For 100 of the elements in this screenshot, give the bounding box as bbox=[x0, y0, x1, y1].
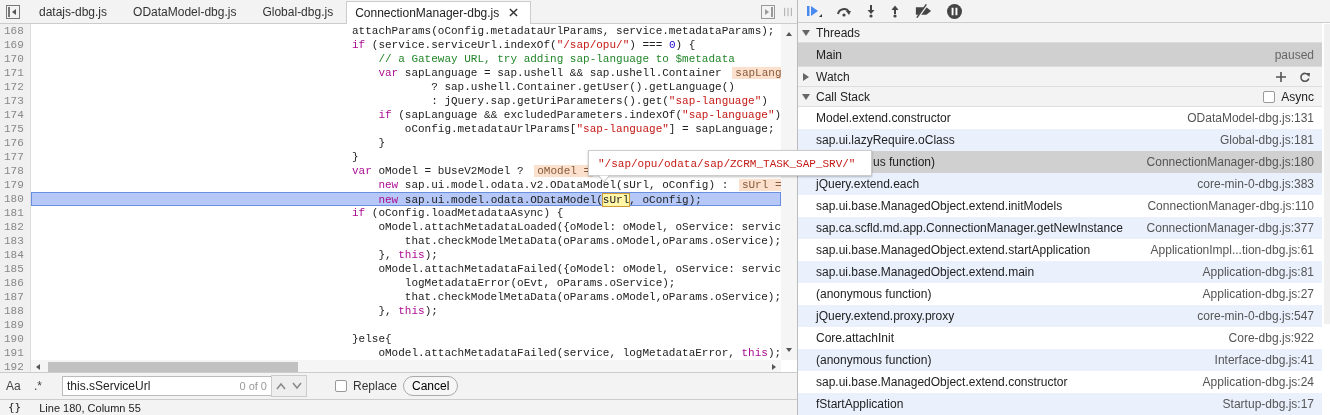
call-frame-row[interactable]: sap.ui.base.ManagedObject.extend.startApplication ApplicationImpl...tion-dbg.js:61 bbox=[798, 239, 1322, 261]
line-number: 183 bbox=[0, 234, 31, 248]
code-line: }, this); bbox=[377, 305, 438, 317]
file-tab[interactable]: Global-dbg.js bbox=[249, 0, 347, 23]
code-line: // a Gateway URL, try adding sap-language to $metadata bbox=[377, 53, 735, 65]
call-frame-row[interactable]: sap.ui.base.ManagedObject.extend.main Application-dbg.js:81 bbox=[798, 261, 1322, 283]
code-line: logMetadataError(oEvt, oParams.oService); bbox=[403, 277, 676, 289]
code-line: } bbox=[352, 151, 359, 163]
close-icon[interactable] bbox=[509, 8, 519, 17]
code-line: that.checkModelMetaData(oParams.oModel,oParams.oService); bbox=[403, 291, 782, 303]
add-icon[interactable] bbox=[1276, 71, 1286, 82]
search-field[interactable]: this.sServiceUrl 0 of 0 bbox=[62, 376, 272, 397]
horizontal-scrollbar[interactable] bbox=[31, 360, 781, 373]
regex-toggle[interactable]: .* bbox=[34, 379, 56, 394]
code-line: oModel.attachMetadataLoaded({oModel: oModel, oService: servic bbox=[377, 221, 782, 233]
disclosure-triangle-icon[interactable] bbox=[802, 72, 810, 81]
scroll-left-arrow-icon[interactable] bbox=[34, 363, 42, 371]
line-number: 186 bbox=[0, 276, 31, 290]
vertical-scrollbar[interactable] bbox=[1324, 24, 1330, 324]
line-number: 185 bbox=[0, 262, 31, 276]
navigator-toggle-icon[interactable] bbox=[6, 4, 20, 19]
watch-section-header[interactable]: Watch bbox=[798, 67, 1322, 87]
pause-on-exceptions-icon[interactable] bbox=[947, 3, 962, 19]
tab-label: ConnectionManager-dbg.js bbox=[355, 5, 500, 20]
line-number: 175 bbox=[0, 122, 31, 136]
line-number: 179 bbox=[0, 178, 31, 192]
refresh-icon[interactable] bbox=[1300, 71, 1310, 82]
line-number: 176 bbox=[0, 136, 31, 150]
code-line: oModel.attachMetadataFailed({oModel: oModel, oService: servic bbox=[377, 263, 782, 275]
disclosure-triangle-icon[interactable] bbox=[802, 28, 810, 37]
match-case-toggle[interactable]: Aa bbox=[6, 379, 28, 394]
line-number: 190 bbox=[0, 332, 31, 346]
tab-label: ODataModel-dbg.js bbox=[133, 4, 237, 19]
file-tab[interactable]: ODataModel-dbg.js bbox=[120, 0, 250, 23]
line-number: 189 bbox=[0, 318, 31, 332]
file-tab[interactable]: ConnectionManager-dbg.js bbox=[346, 0, 532, 24]
code-line: } bbox=[377, 137, 385, 149]
async-label: Async bbox=[1281, 89, 1314, 104]
code-line: : jQuery.sap.getUriParameters().get("sap-language") bbox=[430, 95, 768, 107]
line-number: 192 bbox=[0, 360, 31, 373]
line-number: 173 bbox=[0, 94, 31, 108]
cursor-position: Line 180, Column 55 bbox=[39, 401, 141, 414]
line-number: 172 bbox=[0, 80, 31, 94]
async-checkbox[interactable] bbox=[1263, 90, 1276, 103]
code-line: that.checkModelMetaData(oParams.oModel,oParams.oService); bbox=[403, 235, 782, 247]
code-line: }else{ bbox=[352, 333, 392, 345]
line-number: 191 bbox=[0, 346, 31, 360]
call-frame-row[interactable]: (anonymous function) Application-dbg.js:27 bbox=[798, 283, 1322, 305]
code-line: if (sapLanguage && excludedParameters.indexOf("sap-language") bbox=[377, 109, 782, 121]
line-number: 170 bbox=[0, 52, 31, 66]
replace-checkbox[interactable] bbox=[335, 380, 347, 393]
search-navigation-buttons[interactable] bbox=[271, 375, 307, 398]
call-frame-row[interactable]: sap.ca.scfld.md.app.ConnectionManager.getNewInstance ConnectionManager-dbg.js:377 bbox=[798, 217, 1322, 239]
scroll-down-arrow-icon[interactable] bbox=[785, 346, 793, 354]
call-frame-row[interactable]: sap.ui.lazyRequire.oClass Global-dbg.js:181 bbox=[798, 129, 1322, 151]
code-line: ? sap.ushell.Container.getUser().getLanguage() bbox=[430, 81, 735, 93]
call-frame-row[interactable]: jQuery.extend.proxy.proxy core-min-0-dbg.js:547 bbox=[798, 305, 1322, 327]
debugger-toggle-icon[interactable] bbox=[761, 4, 775, 19]
call-frame-row[interactable]: jQuery.extend.each core-min-0-dbg.js:383 bbox=[798, 173, 1322, 195]
deactivate-breakpoints-icon[interactable] bbox=[914, 4, 933, 18]
code-line: oConfig.metadataUrlParams["sap-language"] = sapLanguage; bbox=[403, 123, 775, 135]
pretty-print-button[interactable]: {} bbox=[8, 401, 22, 414]
code-line: if (oConfig.loadMetadataAsync) { bbox=[352, 207, 564, 219]
resume-icon[interactable] bbox=[806, 4, 822, 18]
code-line: new sap.ui.model.odata.ODataModel(sUrl, oConfig); bbox=[377, 194, 702, 206]
disclosure-triangle-icon[interactable] bbox=[802, 92, 810, 101]
code-line: if (service.serviceUrl.indexOf("/sap/opu/") === 0) { bbox=[352, 39, 696, 51]
call-frame-row[interactable]: (anonymous function) Interface-dbg.js:41 bbox=[798, 349, 1322, 371]
code-line: attachParams(oConfig.metadataUrlParams, service.metadataParams); bbox=[352, 25, 775, 37]
line-number: 174 bbox=[0, 108, 31, 122]
line-number: 171 bbox=[0, 66, 31, 80]
replace-label: Replace bbox=[353, 379, 398, 394]
code-line: oModel.attachMetadataFailed(service, logMetadataError, this); bbox=[377, 347, 782, 359]
step-into-icon[interactable] bbox=[866, 4, 876, 18]
step-out-icon[interactable] bbox=[890, 4, 900, 18]
line-number: 169 bbox=[0, 38, 31, 52]
line-number: 181 bbox=[0, 206, 31, 220]
call-frame-row[interactable]: Core.attachInit Core-dbg.js:922 bbox=[798, 327, 1322, 349]
line-number: 177 bbox=[0, 150, 31, 164]
line-number: 178 bbox=[0, 164, 31, 178]
tab-label: datajs-dbg.js bbox=[39, 4, 108, 19]
line-number: 187 bbox=[0, 290, 31, 304]
line-number: 182 bbox=[0, 220, 31, 234]
tab-label: Global-dbg.js bbox=[262, 4, 334, 19]
scroll-up-arrow-icon[interactable] bbox=[785, 30, 793, 38]
scroll-right-arrow-icon[interactable] bbox=[770, 363, 778, 371]
cancel-button[interactable]: Cancel bbox=[403, 376, 459, 397]
thread-row[interactable]: Main paused bbox=[798, 43, 1322, 67]
file-tab[interactable]: datajs-dbg.js bbox=[26, 0, 121, 23]
call-frame-row[interactable]: fStartApplication Startup-dbg.js:17 bbox=[798, 393, 1322, 415]
threads-section-header[interactable]: Threads bbox=[798, 23, 1322, 43]
line-number: 180 bbox=[0, 192, 31, 206]
line-number: 184 bbox=[0, 248, 31, 262]
line-number: 168 bbox=[0, 24, 31, 38]
call-stack-section-header[interactable]: Call Stack Async bbox=[798, 87, 1322, 107]
call-frame-row[interactable]: sap.ui.base.ManagedObject.extend.constructor Application-dbg.js:24 bbox=[798, 371, 1322, 393]
call-frame-row[interactable]: sap.ui.base.ManagedObject.extend.initModels ConnectionManager-dbg.js:110 bbox=[798, 195, 1322, 217]
value-tooltip: "/sap/opu/odata/sap/ZCRM_TASK_SAP_SRV/" bbox=[588, 150, 872, 176]
call-frame-row[interactable]: Model.extend.constructor ODataModel-dbg.js:131 bbox=[798, 107, 1322, 129]
line-number: 188 bbox=[0, 304, 31, 318]
